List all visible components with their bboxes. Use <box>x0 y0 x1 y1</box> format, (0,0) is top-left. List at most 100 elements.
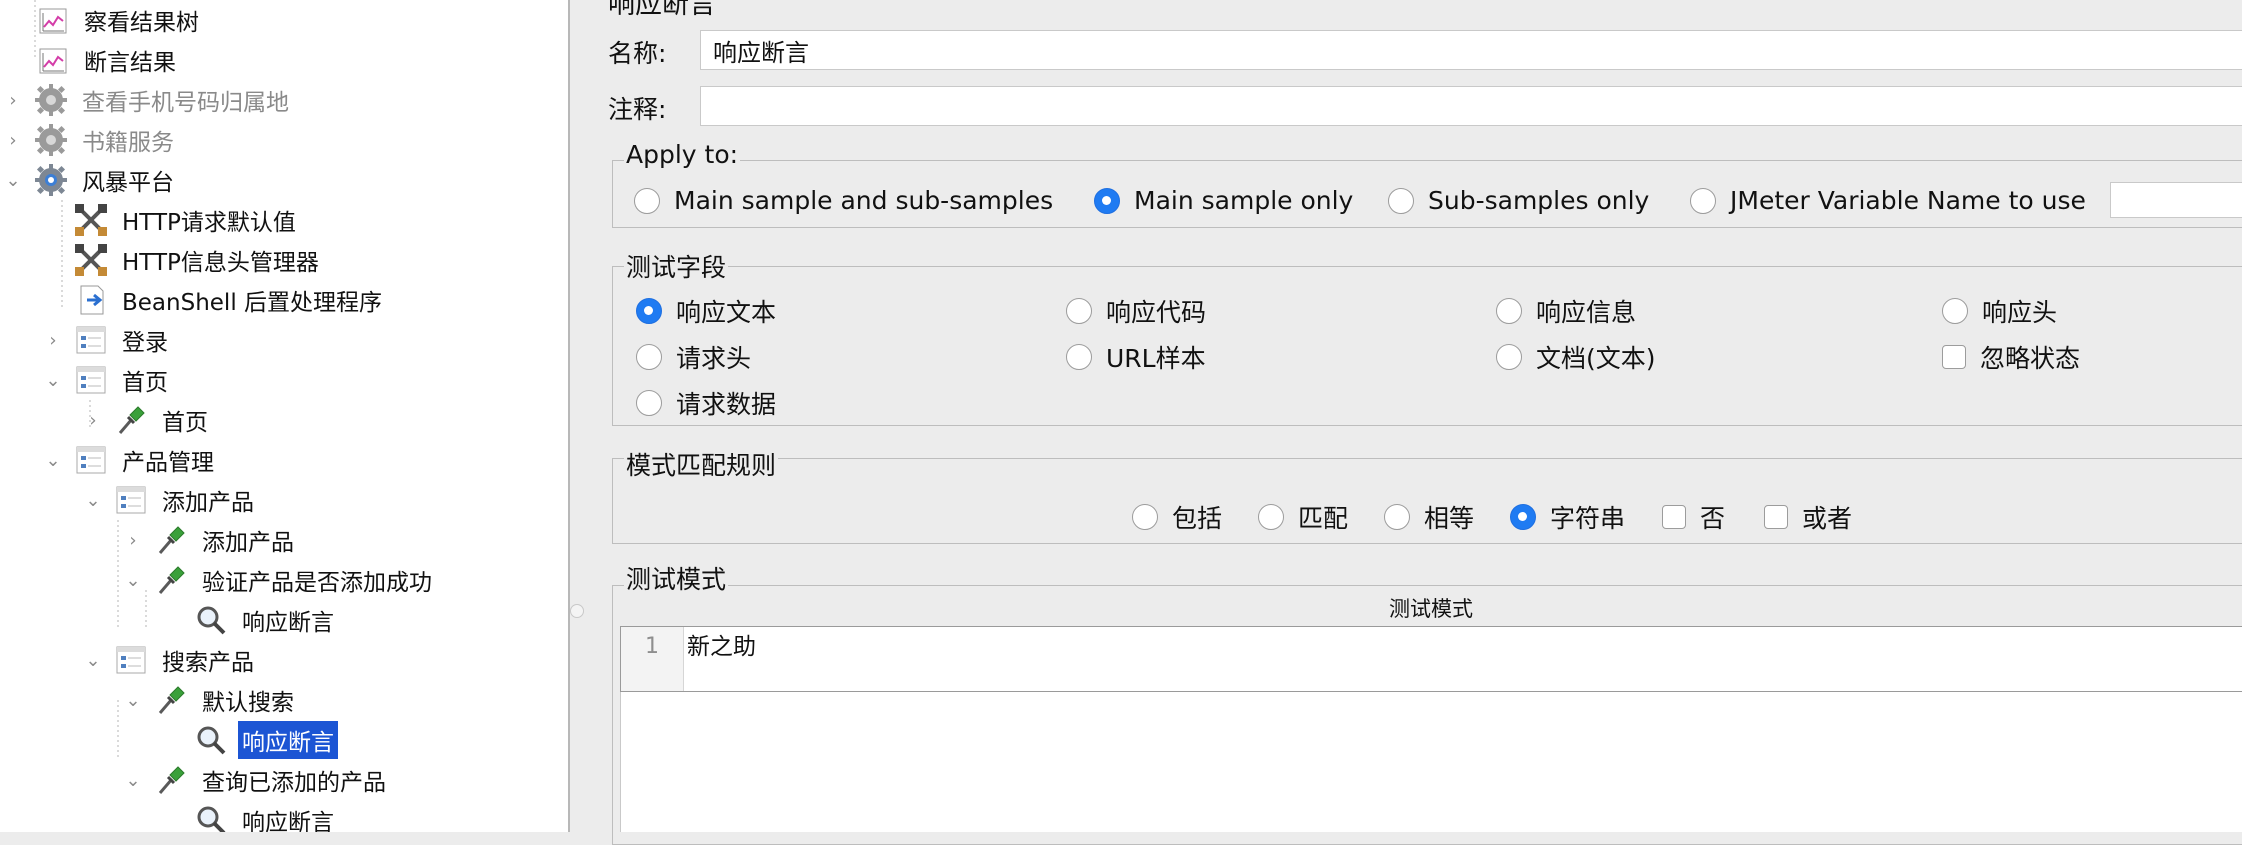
radio-label: 响应头 <box>1982 298 2058 327</box>
tree-item-query-added-product-sampler[interactable]: ⌄ 查询已添加的产品 <box>125 760 390 800</box>
tools-icon <box>74 243 108 277</box>
tree-item-assertion-results[interactable]: 断言结果 <box>36 40 180 80</box>
chevron-down-icon[interactable]: ⌄ <box>124 570 142 591</box>
chevron-right-icon[interactable]: › <box>124 530 142 551</box>
page-title: 响应断言 <box>608 0 716 20</box>
tree-item-label: HTTP请求默认值 <box>122 210 296 236</box>
radio-response-text[interactable]: 响应文本 <box>636 293 776 329</box>
radio-indicator-selected <box>1510 504 1536 530</box>
radio-label: 包括 <box>1172 504 1223 533</box>
split-handle[interactable] <box>570 604 584 618</box>
pattern-editor[interactable]: 1 新之助 <box>620 626 2242 692</box>
chevron-down-icon[interactable]: ⌄ <box>124 690 142 711</box>
test-plan-tree[interactable]: 察看结果树 断言结果 › 查看手机号码归属地 › 书籍服务 ⌄ 风暴平台 HTT… <box>0 0 568 832</box>
chevron-down-icon[interactable]: ⌄ <box>84 650 102 671</box>
sampler-icon <box>114 403 148 437</box>
radio-label: 字符串 <box>1550 504 1626 533</box>
radio-document-text[interactable]: 文档(文本) <box>1496 339 1656 375</box>
pattern-text[interactable]: 新之助 <box>683 627 756 667</box>
radio-matches[interactable]: 匹配 <box>1258 499 1348 535</box>
comment-label: 注释: <box>608 95 667 124</box>
tree-item-label: HTTP信息头管理器 <box>122 250 319 276</box>
tree-item-product-management[interactable]: ⌄ 产品管理 <box>45 440 218 480</box>
controller-icon <box>114 643 148 677</box>
radio-label: 匹配 <box>1298 504 1349 533</box>
radio-main-and-sub[interactable]: Main sample and sub-samples <box>634 186 1053 215</box>
comment-field[interactable] <box>700 86 2242 126</box>
tree-item-response-assertion[interactable]: 响应断言 <box>194 600 338 640</box>
radio-substring[interactable]: 字符串 <box>1510 499 1625 535</box>
checkbox-not[interactable]: 否 <box>1662 499 1725 535</box>
tree-item-label: 查看手机号码归属地 <box>82 90 289 116</box>
tree-item-label: 登录 <box>122 330 168 356</box>
gear-icon <box>34 83 68 117</box>
chevron-right-icon[interactable]: › <box>4 130 22 151</box>
gear-icon <box>34 163 68 197</box>
tree-item-response-assertion-selected[interactable]: 响应断言 <box>194 720 338 760</box>
controller-icon <box>74 443 108 477</box>
tree-item-add-product-controller[interactable]: ⌄ 添加产品 <box>85 480 258 520</box>
sampler-icon <box>154 563 188 597</box>
tree-item-beanshell-postprocessor[interactable]: BeanShell 后置处理程序 <box>74 280 386 320</box>
radio-label: Sub-samples only <box>1428 186 1650 215</box>
radio-equals[interactable]: 相等 <box>1384 499 1474 535</box>
checkbox-or[interactable]: 或者 <box>1764 499 1852 535</box>
radio-response-code[interactable]: 响应代码 <box>1066 293 1206 329</box>
radio-jmeter-variable[interactable]: JMeter Variable Name to use <box>1690 186 2086 215</box>
name-label: 名称: <box>608 39 667 68</box>
radio-indicator-selected <box>1094 187 1120 214</box>
tree-item-label: 响应断言 <box>238 721 338 759</box>
tree-item-label: 搜索产品 <box>162 650 254 676</box>
radio-sub-only[interactable]: Sub-samples only <box>1388 186 1649 215</box>
tree-item-label: BeanShell 后置处理程序 <box>122 290 383 316</box>
patterns-table-body[interactable] <box>620 692 2242 832</box>
chevron-right-icon[interactable]: › <box>4 90 22 111</box>
script-icon <box>74 283 108 317</box>
tree-item-login[interactable]: › 登录 <box>49 320 172 360</box>
sampler-icon <box>154 683 188 717</box>
radio-request-headers[interactable]: 请求头 <box>636 339 751 375</box>
radio-main-only[interactable]: Main sample only <box>1094 186 1353 215</box>
radio-response-headers[interactable]: 响应头 <box>1942 293 2057 329</box>
assertion-icon <box>194 723 228 757</box>
tree-item-search-product-controller[interactable]: ⌄ 搜索产品 <box>85 640 258 680</box>
radio-label: Main sample and sub-samples <box>674 186 1054 215</box>
chevron-down-icon[interactable]: ⌄ <box>4 170 22 191</box>
tree-item-book-service[interactable]: › 书籍服务 <box>9 120 178 160</box>
radio-url-sample[interactable]: URL样本 <box>1066 339 1206 375</box>
radio-label: 文档(文本) <box>1536 344 1656 373</box>
tree-item-label: 风暴平台 <box>82 170 174 196</box>
radio-contains[interactable]: 包括 <box>1132 499 1222 535</box>
tree-item-storm-platform[interactable]: ⌄ 风暴平台 <box>5 160 178 200</box>
radio-indicator <box>1942 298 1968 324</box>
tree-item-response-assertion-3[interactable]: 响应断言 <box>194 800 338 832</box>
jmeter-variable-input[interactable] <box>2110 182 2242 218</box>
radio-label: 响应代码 <box>1106 298 1207 327</box>
tree-item-http-defaults[interactable]: HTTP请求默认值 <box>74 200 300 240</box>
checkbox-ignore-status[interactable]: 忽略状态 <box>1942 339 2080 375</box>
radio-label: 相等 <box>1424 504 1475 533</box>
tree-item-label: 添加产品 <box>202 530 294 556</box>
controller-icon <box>114 483 148 517</box>
chevron-right-icon[interactable]: › <box>84 410 102 431</box>
tree-item-label: 断言结果 <box>84 50 176 76</box>
radio-label: Main sample only <box>1134 186 1354 215</box>
tree-item-add-product-sampler[interactable]: › 添加产品 <box>129 520 298 560</box>
chevron-down-icon[interactable]: ⌄ <box>124 770 142 791</box>
radio-response-message[interactable]: 响应信息 <box>1496 293 1636 329</box>
chevron-down-icon[interactable]: ⌄ <box>44 370 62 391</box>
tree-item-verify-product-sampler[interactable]: ⌄ 验证产品是否添加成功 <box>125 560 436 600</box>
tree-item-http-header-manager[interactable]: HTTP信息头管理器 <box>74 240 323 280</box>
tree-item-default-search-sampler[interactable]: ⌄ 默认搜索 <box>125 680 298 720</box>
tree-item-phone-lookup[interactable]: › 查看手机号码归属地 <box>9 80 293 120</box>
name-field[interactable]: 响应断言 <box>700 30 2242 70</box>
patterns-column-header: 测试模式 <box>620 592 2242 627</box>
chevron-down-icon[interactable]: ⌄ <box>44 450 62 471</box>
radio-request-data[interactable]: 请求数据 <box>636 385 776 421</box>
chevron-right-icon[interactable]: › <box>44 330 62 351</box>
gear-icon <box>34 123 68 157</box>
tree-item-homepage-sampler[interactable]: › 首页 <box>89 400 212 440</box>
chevron-down-icon[interactable]: ⌄ <box>84 490 102 511</box>
tree-item-view-results-tree[interactable]: 察看结果树 <box>36 0 203 40</box>
tree-item-homepage-controller[interactable]: ⌄ 首页 <box>45 360 172 400</box>
